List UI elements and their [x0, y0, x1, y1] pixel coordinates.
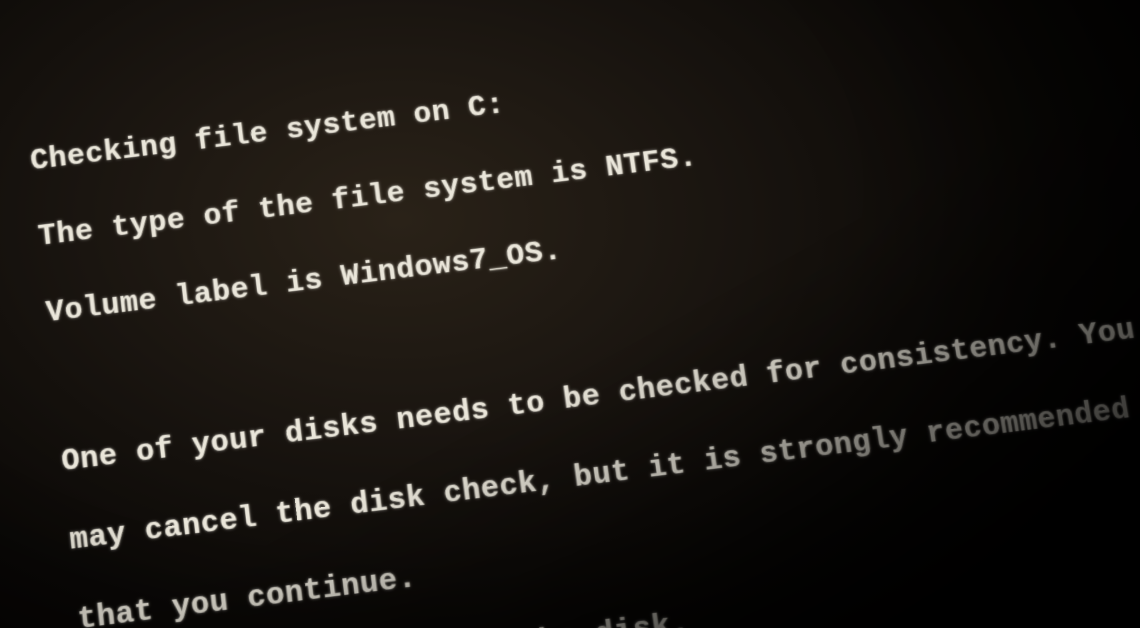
console-output: Checking file system on C: The type of t…: [0, 0, 1140, 628]
chkdsk-boot-screen: Checking file system on C: The type of t…: [0, 0, 1140, 628]
